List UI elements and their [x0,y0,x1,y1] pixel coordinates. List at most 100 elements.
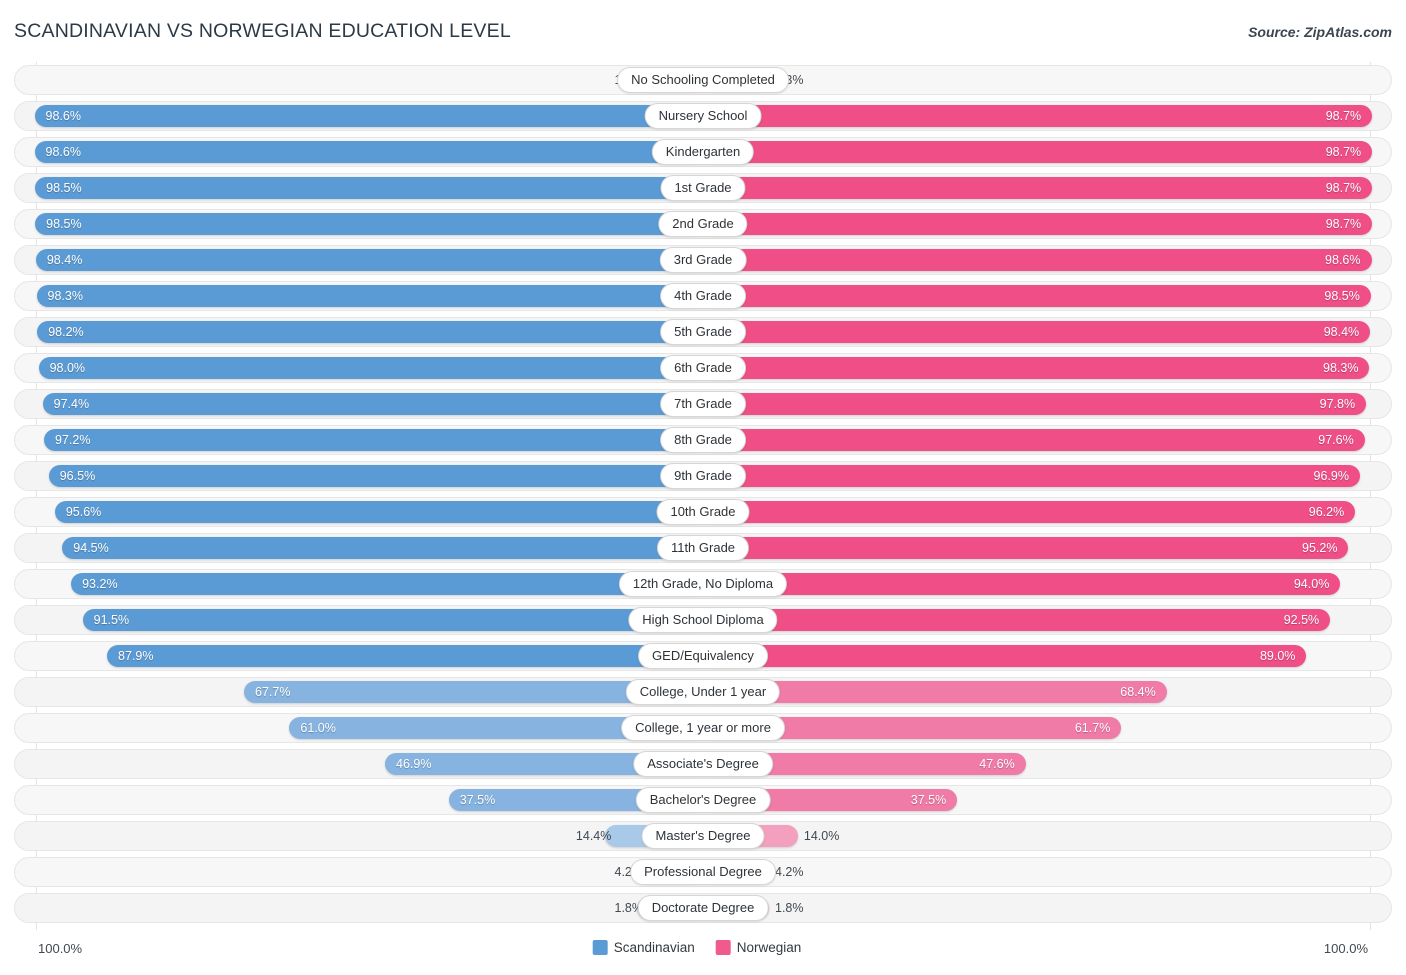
bar-scandinavian: 96.5% [48,465,703,487]
category-label: 8th Grade [660,427,746,453]
chart-row: 67.7% 68.4% College, Under 1 year [0,677,1406,707]
bar-scandinavian: 93.2% [71,573,703,595]
bar-value-scandinavian: 46.9% [396,757,432,771]
bar-value-norwegian: 98.6% [1325,253,1361,267]
chart-row: 4.2% 4.2% Professional Degree [0,857,1406,887]
chart-footer: 100.0% Scandinavian Norwegian 100.0% [0,937,1406,965]
bar-norwegian: 98.7% [703,141,1373,163]
bar-norwegian: 98.4% [703,321,1371,343]
chart-row: 93.2% 94.0% 12th Grade, No Diploma [0,569,1406,599]
chart-row: 1.8% 1.8% Doctorate Degree [0,893,1406,923]
bar-scandinavian: 91.5% [82,609,703,631]
bar-value-scandinavian: 91.5% [93,613,130,627]
bar-scandinavian: 98.6% [34,141,703,163]
category-label: Nursery School [644,103,762,129]
bar-scandinavian: 98.3% [36,285,703,307]
chart-row: 98.5% 98.7% 1st Grade [0,173,1406,203]
category-label: 9th Grade [660,463,746,489]
bar-norwegian: 95.2% [703,537,1349,559]
bar-value-norwegian: 98.7% [1325,109,1362,123]
bar-value-scandinavian: 98.0% [49,361,86,375]
bar-value-norwegian: 97.8% [1319,397,1356,411]
category-label: Doctorate Degree [637,895,769,921]
chart-row: 97.2% 97.6% 8th Grade [0,425,1406,455]
chart-row: 98.6% 98.7% Nursery School [0,101,1406,131]
category-label: 11th Grade [656,535,750,561]
bar-value-scandinavian: 98.6% [45,145,81,159]
bar-value-norwegian: 1.8% [775,901,804,915]
page-title: SCANDINAVIAN VS NORWEGIAN EDUCATION LEVE… [14,20,511,42]
axis-max-right: 100.0% [1323,941,1368,956]
legend-label: Scandinavian [613,940,695,955]
bar-norwegian: 94.0% [703,573,1341,595]
bar-value-scandinavian: 14.4% [575,829,612,843]
category-label: Kindergarten [651,139,755,165]
bar-value-norwegian: 92.5% [1283,613,1320,627]
category-label: 1st Grade [660,175,746,201]
axis-max-left: 100.0% [38,941,83,956]
bar-scandinavian: 98.5% [35,177,703,199]
chart-page: SCANDINAVIAN VS NORWEGIAN EDUCATION LEVE… [0,0,1406,975]
bar-value-norwegian: 97.6% [1318,433,1354,447]
category-label: Bachelor's Degree [635,787,771,813]
category-label: 4th Grade [660,283,746,309]
source-attribution: Source: ZipAtlas.com [1248,24,1392,40]
bar-value-scandinavian: 98.4% [46,253,83,267]
chart-row: 46.9% 47.6% Associate's Degree [0,749,1406,779]
bar-value-norwegian: 98.7% [1325,181,1362,195]
category-label: Professional Degree [630,859,776,885]
chart-row: 98.3% 98.5% 4th Grade [0,281,1406,311]
category-label: 6th Grade [660,355,746,381]
bar-scandinavian: 97.2% [43,429,703,451]
category-label: 10th Grade [656,499,750,525]
category-label: Master's Degree [641,823,765,849]
bar-value-norwegian: 68.4% [1120,685,1156,699]
bar-value-norwegian: 94.0% [1293,577,1330,591]
bar-scandinavian: 94.5% [62,537,703,559]
bar-value-norwegian: 61.7% [1074,721,1111,735]
chart-row: 96.5% 96.9% 9th Grade [0,461,1406,491]
diverging-bar-chart: 1.5%1.3%No Schooling Completed 98.6% 98.7%… [0,62,1406,930]
chart-row: 91.5% 92.5% High School Diploma [0,605,1406,635]
category-label: GED/Equivalency [638,643,768,669]
category-label: No Schooling Completed [617,67,789,93]
bar-scandinavian: 87.9% [107,645,703,667]
chart-row: 98.0% 98.3% 6th Grade [0,353,1406,383]
category-label: 3rd Grade [659,247,747,273]
bar-norwegian: 98.5% [703,285,1371,307]
bar-norwegian: 96.9% [703,465,1360,487]
category-label: College, 1 year or more [621,715,785,741]
chart-header: SCANDINAVIAN VS NORWEGIAN EDUCATION LEVE… [0,0,1406,58]
category-label: 2nd Grade [658,211,748,237]
category-label: College, Under 1 year [625,679,781,705]
bar-value-scandinavian: 98.6% [45,109,81,123]
bar-norwegian: 97.8% [703,393,1367,415]
bar-value-scandinavian: 37.5% [459,793,496,807]
chart-row: 98.2% 98.4% 5th Grade [0,317,1406,347]
bar-value-norwegian: 4.2% [775,865,804,879]
category-label: High School Diploma [628,607,778,633]
bar-norwegian: 98.6% [703,249,1372,271]
bar-norwegian: 97.6% [703,429,1365,451]
bar-value-scandinavian: 61.0% [300,721,336,735]
bar-value-norwegian: 96.9% [1313,469,1349,483]
legend-label: Norwegian [736,940,802,955]
chart-row: 95.6% 96.2% 10th Grade [0,497,1406,527]
bar-scandinavian: 98.0% [38,357,703,379]
bar-value-norwegian: 89.0% [1259,649,1296,663]
bar-scandinavian: 98.4% [35,249,703,271]
bar-value-scandinavian: 98.5% [46,217,82,231]
bar-scandinavian: 98.2% [37,321,703,343]
bar-norwegian: 98.7% [703,213,1373,235]
chart-row: 94.5% 95.2% 11th Grade [0,533,1406,563]
chart-row: 37.5% 37.5% Bachelor's Degree [0,785,1406,815]
bar-value-scandinavian: 93.2% [82,577,118,591]
bar-value-norwegian: 98.7% [1325,217,1362,231]
bar-value-norwegian: 14.0% [803,829,840,843]
bar-scandinavian: 98.5% [35,213,703,235]
bar-value-scandinavian: 94.5% [73,541,109,555]
chart-row: 98.5% 98.7% 2nd Grade [0,209,1406,239]
legend-swatch-icon [715,940,731,955]
bar-norwegian: 96.2% [703,501,1356,523]
legend-item: Norwegian [715,940,802,955]
